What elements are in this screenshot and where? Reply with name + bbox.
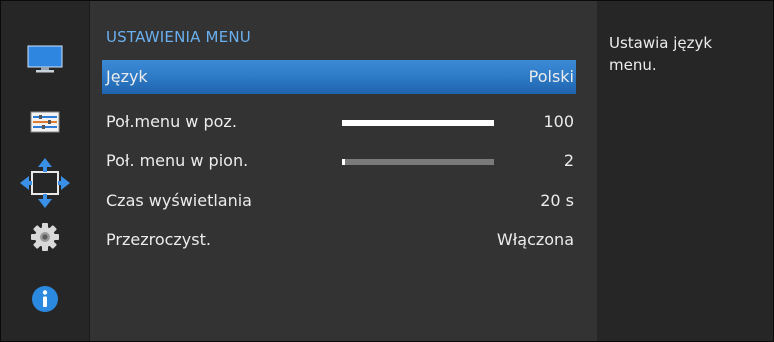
- menu-item-display-time[interactable]: Czas wyświetlania 20 s: [102, 184, 576, 218]
- menu-item-label: Przezroczyst.: [106, 230, 211, 249]
- menu-panel: USTAWIENIA MENU Język Polski Poł.menu w …: [89, 1, 598, 341]
- osd-menu-icon[interactable]: [18, 156, 72, 210]
- menu-item-label: Czas wyświetlania: [106, 191, 252, 210]
- description-panel: Ustawia język menu.: [597, 1, 773, 341]
- menu-item-horizontal-position[interactable]: Poł.menu w poz. 100: [102, 105, 576, 139]
- adjust-icon[interactable]: [25, 105, 65, 139]
- menu-item-value: 100: [543, 112, 574, 131]
- menu-title: USTAWIENIA MENU: [106, 28, 251, 46]
- settings-icon[interactable]: [25, 220, 65, 254]
- information-icon[interactable]: [25, 282, 65, 316]
- menu-item-language[interactable]: Język Polski: [102, 60, 576, 94]
- menu-item-label: Poł.menu w poz.: [106, 112, 237, 131]
- picture-icon[interactable]: [25, 43, 65, 77]
- slider-fill: [342, 120, 494, 126]
- menu-item-label: Poł. menu w pion.: [106, 151, 249, 170]
- menu-item-vertical-position[interactable]: Poł. menu w pion. 2: [102, 144, 576, 178]
- horizontal-position-slider[interactable]: [342, 120, 494, 126]
- menu-item-value: Polski: [528, 67, 574, 86]
- menu-item-transparency[interactable]: Przezroczyst. Włączona: [102, 223, 576, 257]
- menu-item-label: Język: [106, 67, 148, 86]
- category-sidebar: [1, 1, 89, 341]
- slider-fill: [342, 159, 345, 165]
- menu-item-value: 2: [563, 151, 574, 170]
- menu-item-value: Włączona: [496, 230, 574, 249]
- description-text: Ustawia język menu.: [609, 34, 713, 74]
- menu-item-value: 20 s: [540, 191, 574, 210]
- osd-window: USTAWIENIA MENU Język Polski Poł.menu w …: [0, 0, 774, 342]
- vertical-position-slider[interactable]: [342, 159, 494, 165]
